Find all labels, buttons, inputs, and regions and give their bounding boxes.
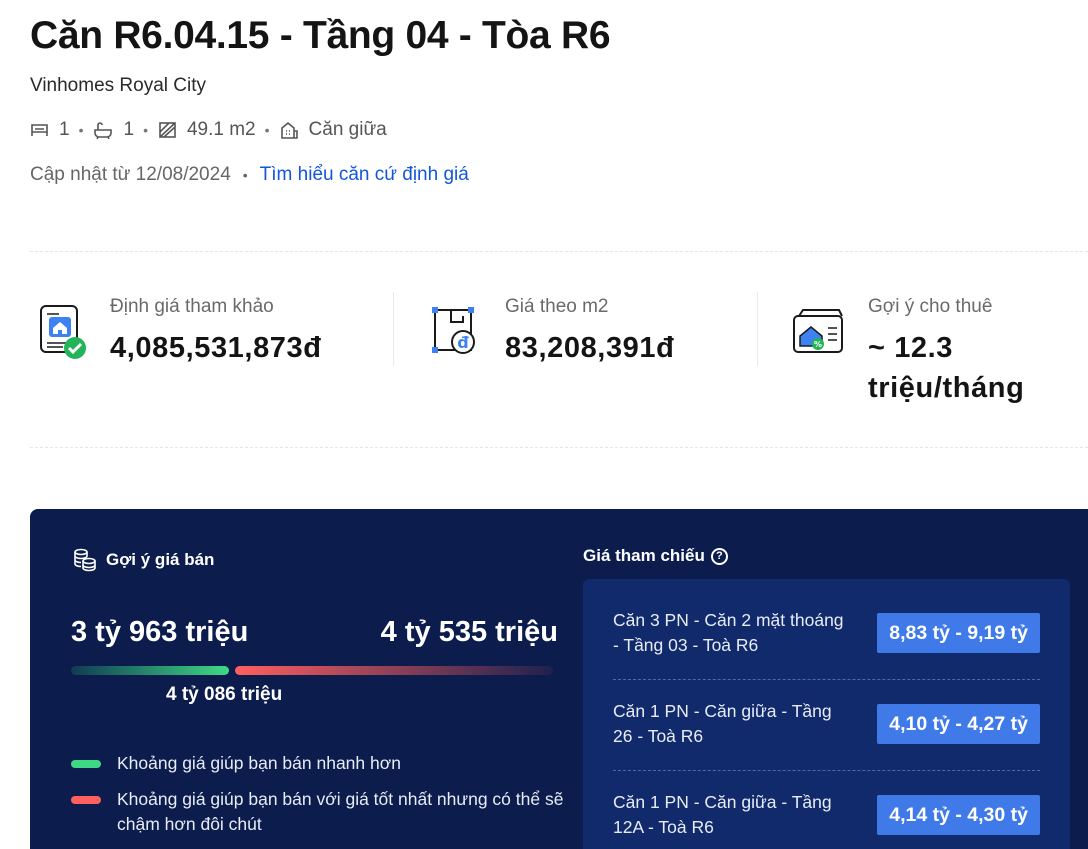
project-name: Vinhomes Royal City — [30, 75, 207, 96]
pricing-basis-link[interactable]: Tìm hiểu căn cứ định giá — [260, 164, 469, 186]
update-row: Cập nhật từ 12/08/2024 • Tìm hiểu căn cứ… — [30, 164, 469, 186]
divider — [30, 447, 1088, 448]
price-mid-marker: 4 tỷ 086 triệu — [166, 684, 283, 705]
divider — [30, 251, 1088, 252]
fast-sale-range-bar — [71, 666, 229, 675]
legend-fast: Khoảng giá giúp bạn bán nhanh hơn — [71, 751, 401, 776]
spec-bedrooms: 1 — [30, 119, 70, 141]
separator-dot: • — [264, 122, 270, 138]
help-icon[interactable]: ? — [710, 547, 728, 565]
position-value: Căn giữa — [308, 119, 387, 140]
bathroom-count: 1 — [123, 119, 135, 140]
divider — [757, 292, 758, 366]
stat-value: 4,085,531,873đ — [110, 332, 322, 364]
divider — [613, 770, 1040, 771]
reference-item[interactable]: Căn 1 PN - Căn giữa - Tầng 12A - Toà R6 … — [613, 790, 1040, 840]
stat-label: Giá theo m2 — [505, 296, 609, 317]
bedroom-count: 1 — [59, 119, 70, 140]
house-document-check-icon — [32, 302, 92, 362]
reference-title: Giá tham chiếu ? — [583, 546, 728, 566]
separator-dot: • — [143, 122, 148, 138]
legend-best-text: Khoảng giá giúp bạn bán với giá tốt nhất… — [117, 789, 564, 834]
update-date: Cập nhật từ 12/08/2024 — [30, 164, 231, 185]
stat-rent-suggestion: % Gợi ý cho thuê ~ 12.3 triệu/tháng — [790, 292, 1068, 408]
reference-title-text: Giá tham chiếu — [583, 546, 705, 565]
divider — [393, 292, 394, 366]
stat-label: Gợi ý cho thuê — [868, 296, 993, 317]
suggest-title-text: Gợi ý giá bán — [106, 550, 215, 569]
legend-swatch-green — [71, 760, 101, 768]
svg-text:%: % — [814, 340, 822, 349]
stat-label: Định giá tham khảo — [110, 296, 274, 317]
legend-swatch-red — [71, 796, 101, 804]
reference-item-name: Căn 1 PN - Căn giữa - Tầng 12A - Toà R6 — [613, 792, 832, 837]
stat-value: 83,208,391đ — [505, 332, 675, 364]
floorplan-dong-icon: đ — [427, 302, 487, 362]
building-icon — [280, 121, 298, 139]
svg-text:đ: đ — [457, 333, 469, 352]
legend-fast-text: Khoảng giá giúp bạn bán nhanh hơn — [117, 753, 401, 773]
area-value: 49.1 m2 — [186, 119, 256, 140]
bathtub-icon — [94, 122, 113, 139]
suggest-title: Gợi ý giá bán — [72, 547, 214, 573]
reference-item-name: Căn 3 PN - Căn 2 mặt thoáng - Tầng 03 - … — [613, 610, 844, 655]
apartment-title: Căn R6.04.15 - Tầng 04 - Tòa R6 — [30, 14, 611, 57]
price-range-high: 4 tỷ 535 triệu — [380, 616, 558, 648]
divider — [613, 679, 1040, 680]
reference-item[interactable]: Căn 3 PN - Căn 2 mặt thoáng - Tầng 03 - … — [613, 608, 1040, 658]
stat-value: ~ 12.3 triệu/tháng — [868, 332, 1025, 404]
sale-price-panel: Gợi ý giá bán 3 tỷ 963 triệu 4 tỷ 535 tr… — [30, 509, 1088, 849]
stat-reference-valuation: Định giá tham khảo 4,085,531,873đ — [32, 292, 322, 368]
price-range-low: 3 tỷ 963 triệu — [71, 616, 249, 648]
area-icon — [159, 122, 176, 138]
separator-dot: • — [242, 167, 248, 183]
reference-item[interactable]: Căn 1 PN - Căn giữa - Tầng 26 - Toà R6 4… — [613, 699, 1040, 749]
reference-item-price: 8,83 tỷ - 9,19 tỷ — [877, 613, 1040, 653]
rent-house-percent-icon: % — [790, 302, 850, 362]
spec-bathrooms: 1 — [93, 119, 134, 141]
stat-price-per-m2: đ Giá theo m2 83,208,391đ — [427, 292, 674, 368]
legend-best: Khoảng giá giúp bạn bán với giá tốt nhất… — [71, 787, 571, 837]
best-price-range-bar — [235, 666, 553, 675]
spec-area: 49.1 m2 — [158, 119, 256, 141]
separator-dot: • — [78, 122, 84, 138]
bed-icon — [31, 124, 48, 136]
spec-position: Căn giữa — [280, 119, 387, 141]
reference-item-name: Căn 1 PN - Căn giữa - Tầng 26 - Toà R6 — [613, 701, 832, 746]
coins-icon — [74, 548, 96, 572]
reference-item-price: 4,10 tỷ - 4,27 tỷ — [877, 704, 1040, 744]
spec-row: 1 • 1 • 49.1 m2 • Căn giữa — [30, 119, 387, 141]
reference-item-price: 4,14 tỷ - 4,30 tỷ — [877, 795, 1040, 835]
reference-list: Căn 3 PN - Căn 2 mặt thoáng - Tầng 03 - … — [583, 579, 1070, 849]
